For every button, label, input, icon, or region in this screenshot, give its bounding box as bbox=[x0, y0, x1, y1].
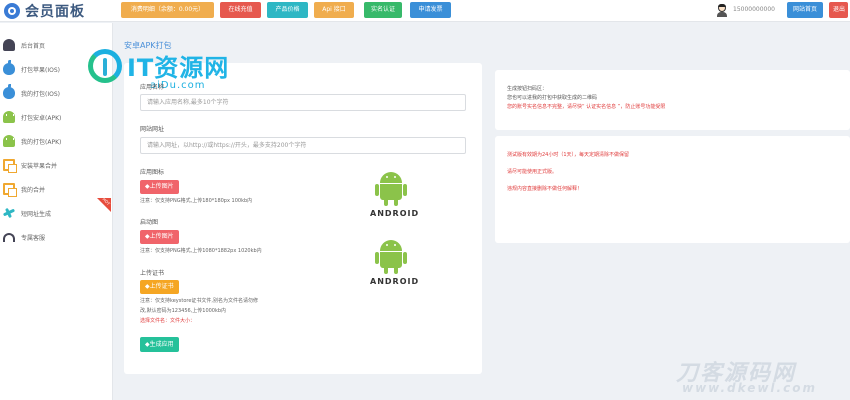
android-wordmark: ANDROID bbox=[370, 209, 420, 218]
billing-details-button[interactable]: 消费明细（余额：0.00元） bbox=[121, 2, 214, 18]
user-phone: 15000000000 bbox=[733, 6, 775, 13]
site-home-button[interactable]: 网站首页 bbox=[787, 2, 823, 18]
app-name-input[interactable] bbox=[140, 94, 466, 111]
android-icon-preview: ANDROID bbox=[370, 172, 420, 218]
avatar[interactable] bbox=[716, 4, 728, 17]
brand-title: 会员面板 bbox=[25, 4, 85, 20]
brand-logo-icon bbox=[4, 3, 20, 19]
apple-icon bbox=[3, 60, 15, 75]
splash-note: 注意：仅支持PNG格式,上传1080*1882px 1020kb内 bbox=[140, 248, 262, 254]
dashboard-icon bbox=[3, 39, 15, 51]
notice-line: 测试版有效期为24小时（1天），每天定期清除不做保留 bbox=[507, 152, 630, 158]
upload-splash-button[interactable]: ◆上传图片 bbox=[140, 230, 179, 244]
app-icon-label: 应用图标 bbox=[140, 169, 165, 176]
recharge-button[interactable]: 在线充值 bbox=[220, 2, 261, 18]
app-name-label: 应用名称 bbox=[140, 84, 165, 91]
watermark-text: IT资源网 bbox=[127, 54, 230, 82]
sidebar-item-label: 打包安卓(APK) bbox=[21, 114, 62, 122]
brand[interactable]: 会员面板 bbox=[4, 2, 85, 20]
pages-icon bbox=[3, 183, 17, 197]
logout-button[interactable]: 退出 bbox=[829, 2, 848, 18]
sidebar-item-label: 我的合并 bbox=[21, 186, 46, 194]
certificate-note-line1: 注意：仅支持keystore证书文件,别名为文件名请勿修 bbox=[140, 298, 258, 304]
sidebar-item-label: 我的打包(IOS) bbox=[21, 90, 60, 98]
pricing-button[interactable]: 产品价格 bbox=[267, 2, 308, 18]
sidebar-item-label: 打包苹果(IOS) bbox=[21, 66, 60, 74]
pages-icon bbox=[3, 159, 17, 173]
verify-identity-button[interactable]: 实名认证 bbox=[364, 2, 402, 18]
android-wordmark: ANDROID bbox=[370, 277, 420, 286]
watermark-logo-icon bbox=[88, 49, 122, 83]
apple-icon bbox=[3, 84, 15, 99]
upload-certificate-button[interactable]: ◆上传证书 bbox=[140, 280, 179, 294]
notice-line: 违规内容直接删除不做任何解释！ bbox=[507, 186, 583, 192]
upload-icon-button[interactable]: ◆上传图片 bbox=[140, 180, 179, 194]
footer-watermark-url: www.dkewl.com bbox=[682, 381, 817, 395]
sidebar-item-support[interactable]: 专属客服 bbox=[0, 225, 113, 249]
app-icon-note: 注意：仅支持PNG格式,上传180*180px 100kb内 bbox=[140, 198, 253, 204]
android-icon bbox=[3, 135, 15, 147]
sidebar-item-label: 短网址生成 bbox=[21, 210, 52, 218]
verify-warning: 您的账号实名信息不完整，请尽快“ 认证实名信息 ”，防止账号功能受限 bbox=[507, 104, 666, 110]
certificate-label: 上传证书 bbox=[140, 270, 165, 277]
sidebar-item-label: 我的打包(APK) bbox=[21, 138, 62, 146]
sidebar-item-my-apk[interactable]: 我的打包(APK) bbox=[0, 129, 113, 153]
android-icon bbox=[3, 111, 15, 123]
website-input[interactable] bbox=[140, 137, 466, 154]
qr-area-title: 生成按钮扫码区： bbox=[507, 86, 548, 92]
android-splash-preview: ANDROID bbox=[370, 240, 420, 286]
website-label: 网站网址 bbox=[140, 126, 165, 133]
notice-line: 请尽可能使用正式版。 bbox=[507, 169, 558, 175]
hot-badge: HOT bbox=[97, 197, 112, 212]
top-bar: 会员面板 消费明细（余额：0.00元） 在线充值 产品价格 Api 接口 实名认… bbox=[0, 0, 850, 22]
certificate-note-line2: 改,默认密码为123456,上传1000kb内 bbox=[140, 308, 227, 314]
api-button[interactable]: Api 接口 bbox=[314, 2, 354, 18]
sidebar-item-merge-apple[interactable]: 安装苹果合并 bbox=[0, 153, 113, 177]
sidebar-item-label: 专属客服 bbox=[21, 234, 46, 242]
sidebar-item-label: 后台首页 bbox=[21, 42, 46, 50]
splash-label: 启动图 bbox=[140, 219, 159, 226]
invoice-button[interactable]: 申请发票 bbox=[410, 2, 451, 18]
selected-file-info: 选择文件名：文件大小： bbox=[140, 318, 196, 324]
qr-area-hint: 您也可以进我的打包中获取生成的二维码 bbox=[507, 95, 598, 101]
plane-icon bbox=[3, 207, 15, 219]
sidebar-item-label: 安装苹果合并 bbox=[21, 162, 58, 170]
sidebar-item-my-ios[interactable]: 我的打包(IOS) bbox=[0, 81, 113, 105]
sidebar-item-package-apk[interactable]: 打包安卓(APK) bbox=[0, 105, 113, 129]
sidebar-item-short-url[interactable]: 短网址生成 HOT bbox=[0, 197, 113, 225]
headset-icon bbox=[3, 233, 15, 242]
generate-app-button[interactable]: ◆生成应用 bbox=[140, 337, 179, 352]
